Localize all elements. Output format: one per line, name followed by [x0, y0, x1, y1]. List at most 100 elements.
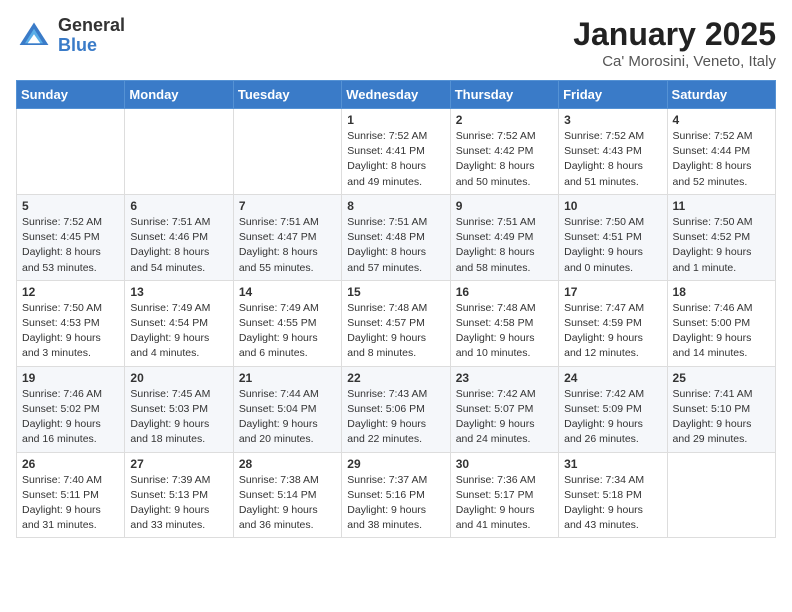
calendar-day-15: 15 Sunrise: 7:48 AM Sunset: 4:57 PM Dayli…	[342, 280, 450, 366]
day-number: 2	[456, 113, 553, 127]
column-header-friday: Friday	[559, 81, 667, 109]
column-header-sunday: Sunday	[17, 81, 125, 109]
day-number: 19	[22, 371, 119, 385]
day-info: Sunrise: 7:46 AM Sunset: 5:02 PM Dayligh…	[22, 387, 119, 448]
day-info: Sunrise: 7:50 AM Sunset: 4:53 PM Dayligh…	[22, 301, 119, 362]
calendar-day-26: 26Sunrise: 7:40 AM Sunset: 5:11 PM Dayli…	[17, 452, 125, 538]
day-number: 29	[347, 457, 444, 471]
day-info: Sunrise: 7:40 AM Sunset: 5:11 PM Dayligh…	[22, 473, 119, 534]
day-info: Sunrise: 7:42 AM Sunset: 5:09 PM Dayligh…	[564, 387, 661, 448]
day-number: 31	[564, 457, 661, 471]
calendar-day-10: 10Sunrise: 7:50 AM Sunset: 4:51 PM Dayli…	[559, 194, 667, 280]
calendar-day-6: 6Sunrise: 7:51 AM Sunset: 4:46 PM Daylig…	[125, 194, 233, 280]
day-info: Sunrise: 7:34 AM Sunset: 5:18 PM Dayligh…	[564, 473, 661, 534]
day-number: 23	[456, 371, 553, 385]
day-info: Sunrise: 7:51 AM Sunset: 4:49 PM Dayligh…	[456, 215, 553, 276]
calendar-week-row: 26Sunrise: 7:40 AM Sunset: 5:11 PM Dayli…	[17, 452, 776, 538]
calendar-day-22: 22 Sunrise: 7:43 AM Sunset: 5:06 PM Dayli…	[342, 366, 450, 452]
day-number: 22	[347, 371, 444, 385]
calendar-empty-cell	[125, 109, 233, 195]
day-info: Sunrise: 7:46 AM Sunset: 5:00 PM Dayligh…	[673, 301, 770, 362]
calendar-day-28: 28 Sunrise: 7:38 AM Sunset: 5:14 PM Dayli…	[233, 452, 341, 538]
calendar-header-row: SundayMondayTuesdayWednesdayThursdayFrid…	[17, 81, 776, 109]
logo-icon	[16, 18, 52, 54]
calendar-week-row: 5Sunrise: 7:52 AM Sunset: 4:45 PM Daylig…	[17, 194, 776, 280]
calendar-table: SundayMondayTuesdayWednesdayThursdayFrid…	[16, 80, 776, 538]
day-number: 27	[130, 457, 227, 471]
day-number: 6	[130, 199, 227, 213]
column-header-wednesday: Wednesday	[342, 81, 450, 109]
day-info: Sunrise: 7:52 AM Sunset: 4:44 PM Dayligh…	[673, 129, 770, 190]
day-info: Sunrise: 7:37 AM Sunset: 5:16 PM Dayligh…	[347, 473, 444, 534]
day-info: Sunrise: 7:38 AM Sunset: 5:14 PM Dayligh…	[239, 473, 336, 534]
day-number: 28	[239, 457, 336, 471]
day-number: 24	[564, 371, 661, 385]
calendar-empty-cell	[233, 109, 341, 195]
day-info: Sunrise: 7:36 AM Sunset: 5:17 PM Dayligh…	[456, 473, 553, 534]
day-number: 7	[239, 199, 336, 213]
day-number: 5	[22, 199, 119, 213]
calendar-day-24: 24 Sunrise: 7:42 AM Sunset: 5:09 PM Dayli…	[559, 366, 667, 452]
day-info: Sunrise: 7:44 AM Sunset: 5:04 PM Dayligh…	[239, 387, 336, 448]
day-info: Sunrise: 7:42 AM Sunset: 5:07 PM Dayligh…	[456, 387, 553, 448]
day-number: 15	[347, 285, 444, 299]
day-number: 12	[22, 285, 119, 299]
column-header-tuesday: Tuesday	[233, 81, 341, 109]
day-info: Sunrise: 7:47 AM Sunset: 4:59 PM Dayligh…	[564, 301, 661, 362]
day-number: 8	[347, 199, 444, 213]
calendar-day-25: 25Sunrise: 7:41 AM Sunset: 5:10 PM Dayli…	[667, 366, 775, 452]
calendar-day-20: 20Sunrise: 7:45 AM Sunset: 5:03 PM Dayli…	[125, 366, 233, 452]
logo: General Blue	[16, 16, 125, 56]
day-number: 11	[673, 199, 770, 213]
calendar-day-17: 17Sunrise: 7:47 AM Sunset: 4:59 PM Dayli…	[559, 280, 667, 366]
calendar-day-1: 1Sunrise: 7:52 AM Sunset: 4:41 PM Daylig…	[342, 109, 450, 195]
column-header-monday: Monday	[125, 81, 233, 109]
day-info: Sunrise: 7:51 AM Sunset: 4:47 PM Dayligh…	[239, 215, 336, 276]
day-info: Sunrise: 7:51 AM Sunset: 4:48 PM Dayligh…	[347, 215, 444, 276]
day-info: Sunrise: 7:49 AM Sunset: 4:55 PM Dayligh…	[239, 301, 336, 362]
column-header-thursday: Thursday	[450, 81, 558, 109]
calendar-day-5: 5Sunrise: 7:52 AM Sunset: 4:45 PM Daylig…	[17, 194, 125, 280]
day-info: Sunrise: 7:41 AM Sunset: 5:10 PM Dayligh…	[673, 387, 770, 448]
calendar-day-9: 9Sunrise: 7:51 AM Sunset: 4:49 PM Daylig…	[450, 194, 558, 280]
calendar-empty-cell	[667, 452, 775, 538]
calendar-day-30: 30 Sunrise: 7:36 AM Sunset: 5:17 PM Dayli…	[450, 452, 558, 538]
calendar-day-19: 19 Sunrise: 7:46 AM Sunset: 5:02 PM Dayli…	[17, 366, 125, 452]
calendar-day-13: 13 Sunrise: 7:49 AM Sunset: 4:54 PM Dayli…	[125, 280, 233, 366]
calendar-day-23: 23 Sunrise: 7:42 AM Sunset: 5:07 PM Dayli…	[450, 366, 558, 452]
logo-blue: Blue	[58, 36, 125, 56]
calendar-day-2: 2 Sunrise: 7:52 AM Sunset: 4:42 PM Daylig…	[450, 109, 558, 195]
column-header-saturday: Saturday	[667, 81, 775, 109]
calendar-week-row: 1Sunrise: 7:52 AM Sunset: 4:41 PM Daylig…	[17, 109, 776, 195]
day-info: Sunrise: 7:48 AM Sunset: 4:58 PM Dayligh…	[456, 301, 553, 362]
calendar-day-3: 3Sunrise: 7:52 AM Sunset: 4:43 PM Daylig…	[559, 109, 667, 195]
calendar-day-4: 4Sunrise: 7:52 AM Sunset: 4:44 PM Daylig…	[667, 109, 775, 195]
day-number: 30	[456, 457, 553, 471]
day-number: 3	[564, 113, 661, 127]
calendar-day-14: 14 Sunrise: 7:49 AM Sunset: 4:55 PM Dayli…	[233, 280, 341, 366]
calendar-day-27: 27 Sunrise: 7:39 AM Sunset: 5:13 PM Dayli…	[125, 452, 233, 538]
logo-general: General	[58, 16, 125, 36]
day-number: 10	[564, 199, 661, 213]
day-number: 18	[673, 285, 770, 299]
day-number: 14	[239, 285, 336, 299]
day-info: Sunrise: 7:52 AM Sunset: 4:42 PM Dayligh…	[456, 129, 553, 190]
day-number: 13	[130, 285, 227, 299]
logo-text: General Blue	[58, 16, 125, 56]
day-number: 20	[130, 371, 227, 385]
calendar-day-7: 7 Sunrise: 7:51 AM Sunset: 4:47 PM Daylig…	[233, 194, 341, 280]
day-info: Sunrise: 7:49 AM Sunset: 4:54 PM Dayligh…	[130, 301, 227, 362]
calendar-day-31: 31 Sunrise: 7:34 AM Sunset: 5:18 PM Dayli…	[559, 452, 667, 538]
day-number: 1	[347, 113, 444, 127]
day-info: Sunrise: 7:48 AM Sunset: 4:57 PM Dayligh…	[347, 301, 444, 362]
day-info: Sunrise: 7:39 AM Sunset: 5:13 PM Dayligh…	[130, 473, 227, 534]
day-info: Sunrise: 7:43 AM Sunset: 5:06 PM Dayligh…	[347, 387, 444, 448]
title-block: January 2025 Ca' Morosini, Veneto, Italy	[573, 16, 776, 70]
calendar-day-16: 16 Sunrise: 7:48 AM Sunset: 4:58 PM Dayli…	[450, 280, 558, 366]
calendar-day-11: 11 Sunrise: 7:50 AM Sunset: 4:52 PM Dayli…	[667, 194, 775, 280]
day-number: 21	[239, 371, 336, 385]
day-number: 16	[456, 285, 553, 299]
day-info: Sunrise: 7:50 AM Sunset: 4:52 PM Dayligh…	[673, 215, 770, 276]
calendar-day-12: 12 Sunrise: 7:50 AM Sunset: 4:53 PM Dayli…	[17, 280, 125, 366]
calendar-day-8: 8 Sunrise: 7:51 AM Sunset: 4:48 PM Daylig…	[342, 194, 450, 280]
